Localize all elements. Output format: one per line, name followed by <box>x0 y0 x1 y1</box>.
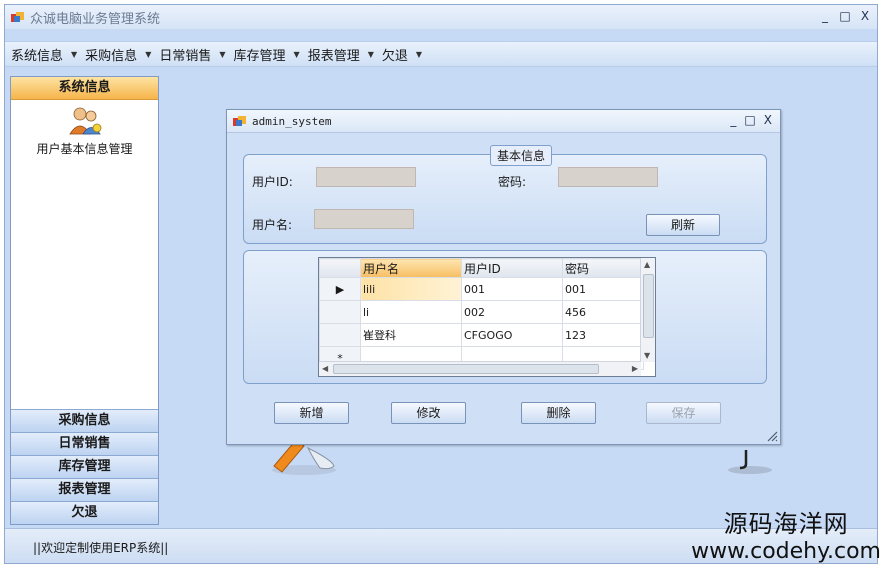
dropdown-arrow-icon: ▼ <box>219 49 226 59</box>
user-id-field[interactable] <box>316 167 416 187</box>
close-button[interactable]: X <box>859 9 871 23</box>
table-row[interactable]: li 002 456 <box>319 300 644 324</box>
select-all-corner[interactable] <box>319 258 361 278</box>
cell-username[interactable]: lili <box>360 277 462 301</box>
cell-user-id[interactable]: CFGOGO <box>461 323 563 347</box>
watermark-line2: www.codehy.com <box>691 539 881 564</box>
scroll-right-icon[interactable]: ▶ <box>632 364 638 373</box>
cell-password[interactable]: 001 <box>562 277 644 301</box>
dialog-minimize-button[interactable]: _ <box>730 113 736 127</box>
row-header[interactable] <box>319 323 361 347</box>
edit-button[interactable]: 修改 <box>391 402 466 424</box>
sidebar-section-purchase[interactable]: 采购信息 <box>11 409 158 432</box>
menu-label: 欠退 <box>381 48 408 64</box>
column-header-user-id[interactable]: 用户ID <box>461 258 563 278</box>
scroll-down-icon[interactable]: ▼ <box>644 351 650 360</box>
users-icon <box>67 106 103 136</box>
dialog-close-button[interactable]: X <box>764 113 772 127</box>
column-header-username[interactable]: 用户名 <box>360 258 462 278</box>
navigation-sidebar: 系统信息 用户基本信息管理 采购信息 日常销售 库存管理 报表管理 欠退 <box>10 76 159 525</box>
menu-purchase-info[interactable]: 采购信息 ▼ <box>85 45 151 64</box>
admin-system-dialog: admin_system _ □ X 基本信息 用户ID: 密码: 用户名: 刷… <box>226 109 781 445</box>
dialog-title-bar: admin_system _ □ X <box>227 110 780 133</box>
menu-label: 报表管理 <box>307 48 360 64</box>
username-field[interactable] <box>314 209 414 229</box>
cell-password[interactable]: 123 <box>562 323 644 347</box>
cell-user-id[interactable]: 002 <box>461 300 563 324</box>
horizontal-scrollbar[interactable]: ◀ ▶ <box>319 361 641 376</box>
basic-info-group: 基本信息 用户ID: 密码: 用户名: 刷新 <box>243 145 767 244</box>
password-label: 密码: <box>498 175 527 189</box>
dropdown-arrow-icon: ▼ <box>293 49 300 59</box>
menu-label: 日常销售 <box>159 48 212 64</box>
grid-group: 用户名 用户ID 密码 ▶ lili 001 001 li 002 456 崔登… <box>243 250 767 384</box>
menu-label: 库存管理 <box>233 48 286 64</box>
delete-button[interactable]: 删除 <box>521 402 596 424</box>
sidebar-section-inventory[interactable]: 库存管理 <box>11 455 158 478</box>
vertical-scrollbar[interactable]: ▲ ▼ <box>640 258 655 362</box>
dialog-maximize-button[interactable]: □ <box>744 113 755 127</box>
user-management-tool[interactable]: 用户基本信息管理 <box>11 106 158 157</box>
watermark: 源码海洋网 www.codehy.com <box>691 504 881 564</box>
menu-daily-sales[interactable]: 日常销售 ▼ <box>159 45 225 64</box>
menu-inventory[interactable]: 库存管理 ▼ <box>234 45 300 64</box>
grid-header-row: 用户名 用户ID 密码 <box>319 258 644 278</box>
minimize-button[interactable]: _ <box>819 9 831 23</box>
row-header[interactable] <box>319 300 361 324</box>
resize-grip-icon[interactable] <box>766 430 778 442</box>
dialog-title: admin_system <box>252 114 332 128</box>
current-row-indicator-icon: ▶ <box>319 277 361 301</box>
refresh-button[interactable]: 刷新 <box>646 214 720 236</box>
user-management-label: 用户基本信息管理 <box>36 142 133 156</box>
column-header-password[interactable]: 密码 <box>562 258 644 278</box>
pencil-decoration-icon <box>272 440 336 475</box>
menu-label: 系统信息 <box>11 48 64 64</box>
menu-system-info[interactable]: 系统信息 ▼ <box>11 45 77 64</box>
title-bar: 众诚电脑业务管理系统 _ □ X <box>5 5 877 29</box>
dialog-window-icon <box>233 115 246 127</box>
table-row[interactable]: 崔登科 CFGOGO 123 <box>319 323 644 347</box>
password-field[interactable] <box>558 167 658 187</box>
scroll-left-icon[interactable]: ◀ <box>322 364 328 373</box>
dropdown-arrow-icon: ▼ <box>145 49 152 59</box>
dropdown-arrow-icon: ▼ <box>367 49 374 59</box>
menu-bar: 系统信息 ▼ 采购信息 ▼ 日常销售 ▼ 库存管理 ▼ 报表管理 ▼ 欠退 ▼ <box>5 41 877 67</box>
sidebar-section-reports[interactable]: 报表管理 <box>11 478 158 501</box>
table-row[interactable]: ▶ lili 001 001 <box>319 277 644 301</box>
cell-username[interactable]: 崔登科 <box>360 323 462 347</box>
sidebar-section-system-info[interactable]: 系统信息 <box>11 77 158 100</box>
window-title: 众诚电脑业务管理系统 <box>30 11 161 27</box>
cell-user-id[interactable]: 001 <box>461 277 563 301</box>
dropdown-arrow-icon: ▼ <box>415 49 423 59</box>
maximize-button[interactable]: □ <box>839 9 851 23</box>
sidebar-section-returns[interactable]: 欠退 <box>11 501 158 524</box>
users-data-grid[interactable]: 用户名 用户ID 密码 ▶ lili 001 001 li 002 456 崔登… <box>318 257 656 377</box>
menu-returns[interactable]: 欠退 ▼ <box>382 45 422 64</box>
username-label: 用户名: <box>252 218 293 232</box>
cell-username[interactable]: li <box>360 300 462 324</box>
menu-label: 采购信息 <box>85 48 138 64</box>
vertical-scroll-thumb[interactable] <box>643 274 654 338</box>
horizontal-scroll-thumb[interactable] <box>333 364 599 374</box>
add-button[interactable]: 新增 <box>274 402 349 424</box>
hook-decoration-icon <box>728 450 772 474</box>
basic-info-group-title: 基本信息 <box>490 145 553 166</box>
save-button[interactable]: 保存 <box>646 402 721 424</box>
user-id-label: 用户ID: <box>252 175 293 189</box>
watermark-line1: 源码海洋网 <box>723 510 849 538</box>
scroll-up-icon[interactable]: ▲ <box>644 260 650 269</box>
menu-reports[interactable]: 报表管理 ▼ <box>308 45 374 64</box>
status-text: ||欢迎定制使用ERP系统|| <box>33 541 169 555</box>
dropdown-arrow-icon: ▼ <box>71 49 78 59</box>
cell-password[interactable]: 456 <box>562 300 644 324</box>
app-window-icon <box>11 11 24 23</box>
users-table: 用户名 用户ID 密码 ▶ lili 001 001 li 002 456 崔登… <box>319 258 644 370</box>
sidebar-section-sales[interactable]: 日常销售 <box>11 432 158 455</box>
